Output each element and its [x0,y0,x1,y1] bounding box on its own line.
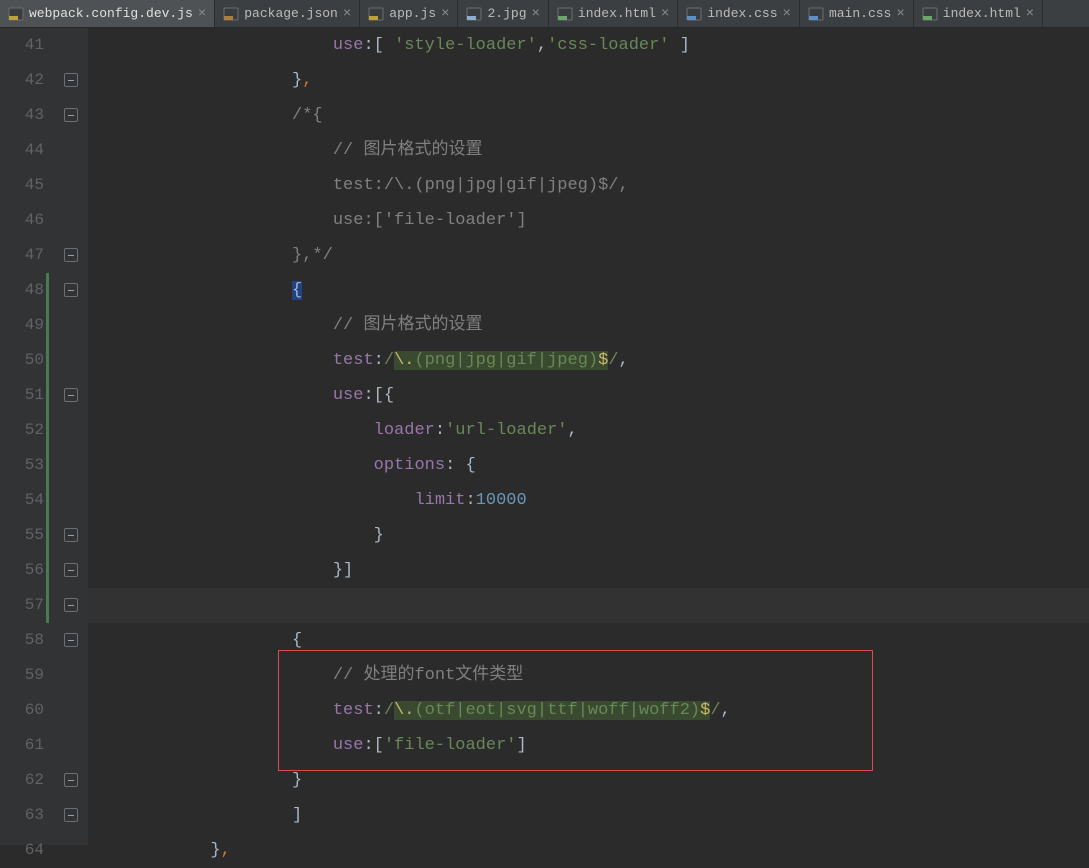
close-icon[interactable]: × [1026,7,1034,21]
close-icon[interactable]: × [661,7,669,21]
tab-package-json[interactable]: package.json × [215,0,360,27]
line-number: 42 [0,63,44,98]
line-number: 44 [0,133,44,168]
line-number: 59 [0,658,44,693]
fold-column [58,28,88,845]
tab-label: 2.jpg [487,6,526,21]
code-line[interactable]: }, [88,63,1089,98]
tab-label: index.html [943,6,1021,21]
caret-line-highlight [88,588,1089,623]
editor[interactable]: 4142434445464748495051525354555657585960… [0,28,1089,845]
tab-main-css[interactable]: main.css × [800,0,914,27]
code-line[interactable]: }] [88,553,1089,588]
tab-bar: webpack.config.dev.js × package.json × app… [0,0,1089,28]
tab-2-jpg[interactable]: 2.jpg × [458,0,548,27]
tab-index-html[interactable]: index.html × [549,0,678,27]
code-line[interactable]: use:['file-loader'] [88,203,1089,238]
css-file-icon [686,7,702,21]
line-number: 61 [0,728,44,763]
line-number-gutter: 4142434445464748495051525354555657585960… [0,28,58,845]
fold-toggle[interactable] [64,528,78,542]
close-icon[interactable]: × [783,7,791,21]
html-file-icon [922,7,938,21]
code-line[interactable]: use:['file-loader'] [88,728,1089,763]
line-number: 47 [0,238,44,273]
code-line[interactable]: } [88,763,1089,798]
line-number: 43 [0,98,44,133]
tab-label: index.html [578,6,656,21]
code-line[interactable]: // 图片格式的设置 [88,308,1089,343]
line-number: 50 [0,343,44,378]
tab-label: package.json [244,6,338,21]
tab-index-html[interactable]: index.html × [914,0,1043,27]
close-icon[interactable]: × [532,7,540,21]
line-number: 49 [0,308,44,343]
fold-toggle[interactable] [64,283,78,297]
code-line[interactable]: { [88,273,1089,308]
line-number: 56 [0,553,44,588]
fold-toggle[interactable] [64,773,78,787]
line-number: 63 [0,798,44,833]
code-line[interactable]: } [88,518,1089,553]
line-number: 51 [0,378,44,413]
line-number: 52 [0,413,44,448]
code-line[interactable]: // 处理的font文件类型 [88,658,1089,693]
html-file-icon [557,7,573,21]
tab-label: main.css [829,6,891,21]
code-line[interactable]: // 图片格式的设置 [88,133,1089,168]
code-line[interactable]: { [88,623,1089,658]
code-line[interactable]: loader:'url-loader', [88,413,1089,448]
line-number: 62 [0,763,44,798]
code-line[interactable]: },*/ [88,238,1089,273]
fold-toggle[interactable] [64,388,78,402]
tab-label: webpack.config.dev.js [29,6,193,21]
code-line[interactable]: }, [88,833,1089,868]
fold-toggle[interactable] [64,108,78,122]
line-number: 58 [0,623,44,658]
fold-toggle[interactable] [64,248,78,262]
code-line[interactable]: test:/\.(png|jpg|gif|jpeg)$/, [88,343,1089,378]
line-number: 60 [0,693,44,728]
json-file-icon [223,7,239,21]
code-line[interactable]: test:/\.(otf|eot|svg|ttf|woff|woff2)$/, [88,693,1089,728]
code-line[interactable]: limit:10000 [88,483,1089,518]
close-icon[interactable]: × [896,7,904,21]
css-file-icon [808,7,824,21]
tab-webpack-config-dev-js[interactable]: webpack.config.dev.js × [0,0,215,27]
code-area[interactable]: use:[ 'style-loader','css-loader' ] }, /… [88,28,1089,845]
vcs-change-marker [46,273,49,623]
line-number: 57 [0,588,44,623]
line-number: 54 [0,483,44,518]
tab-index-css[interactable]: index.css × [678,0,800,27]
line-number: 48 [0,273,44,308]
img-file-icon [466,7,482,21]
line-number: 64 [0,833,44,868]
line-number: 45 [0,168,44,203]
fold-toggle[interactable] [64,598,78,612]
fold-toggle[interactable] [64,808,78,822]
line-number: 53 [0,448,44,483]
fold-toggle[interactable] [64,563,78,577]
close-icon[interactable]: × [343,7,351,21]
code-line[interactable]: ] [88,798,1089,833]
code-line[interactable]: use:[{ [88,378,1089,413]
code-line[interactable]: /*{ [88,98,1089,133]
js-file-icon [8,7,24,21]
close-icon[interactable]: × [441,7,449,21]
close-icon[interactable]: × [198,7,206,21]
fold-toggle[interactable] [64,633,78,647]
tab-label: index.css [707,6,777,21]
code-line[interactable]: options: { [88,448,1089,483]
code-line[interactable]: use:[ 'style-loader','css-loader' ] [88,28,1089,63]
fold-toggle[interactable] [64,73,78,87]
tab-app-js[interactable]: app.js × [360,0,458,27]
line-number: 55 [0,518,44,553]
code-line[interactable]: test:/\.(png|jpg|gif|jpeg)$/, [88,168,1089,203]
tab-label: app.js [389,6,436,21]
line-number: 41 [0,28,44,63]
line-number: 46 [0,203,44,238]
js-file-icon [368,7,384,21]
